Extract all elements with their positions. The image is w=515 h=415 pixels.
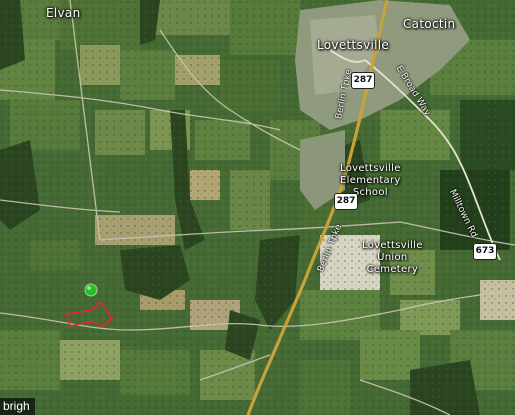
location-pin-dot[interactable] bbox=[84, 283, 98, 297]
place-label-catoctin: Catoctin bbox=[403, 17, 456, 31]
place-label-union-cemetery: Lovettsville Union Cemetery bbox=[362, 240, 423, 275]
route-shield-287-lower: 287 bbox=[334, 193, 358, 210]
brand-watermark: brigh bbox=[0, 398, 35, 415]
aerial-map[interactable]: Elvan Lovettsville Catoctin Lovettsville… bbox=[0, 0, 515, 415]
place-label-elvan: Elvan bbox=[46, 6, 81, 20]
place-label-lovettsville: Lovettsville bbox=[317, 38, 390, 52]
route-shield-287-upper: 287 bbox=[351, 72, 375, 89]
satellite-imagery bbox=[0, 0, 515, 415]
route-shield-673: 673 bbox=[473, 243, 497, 260]
